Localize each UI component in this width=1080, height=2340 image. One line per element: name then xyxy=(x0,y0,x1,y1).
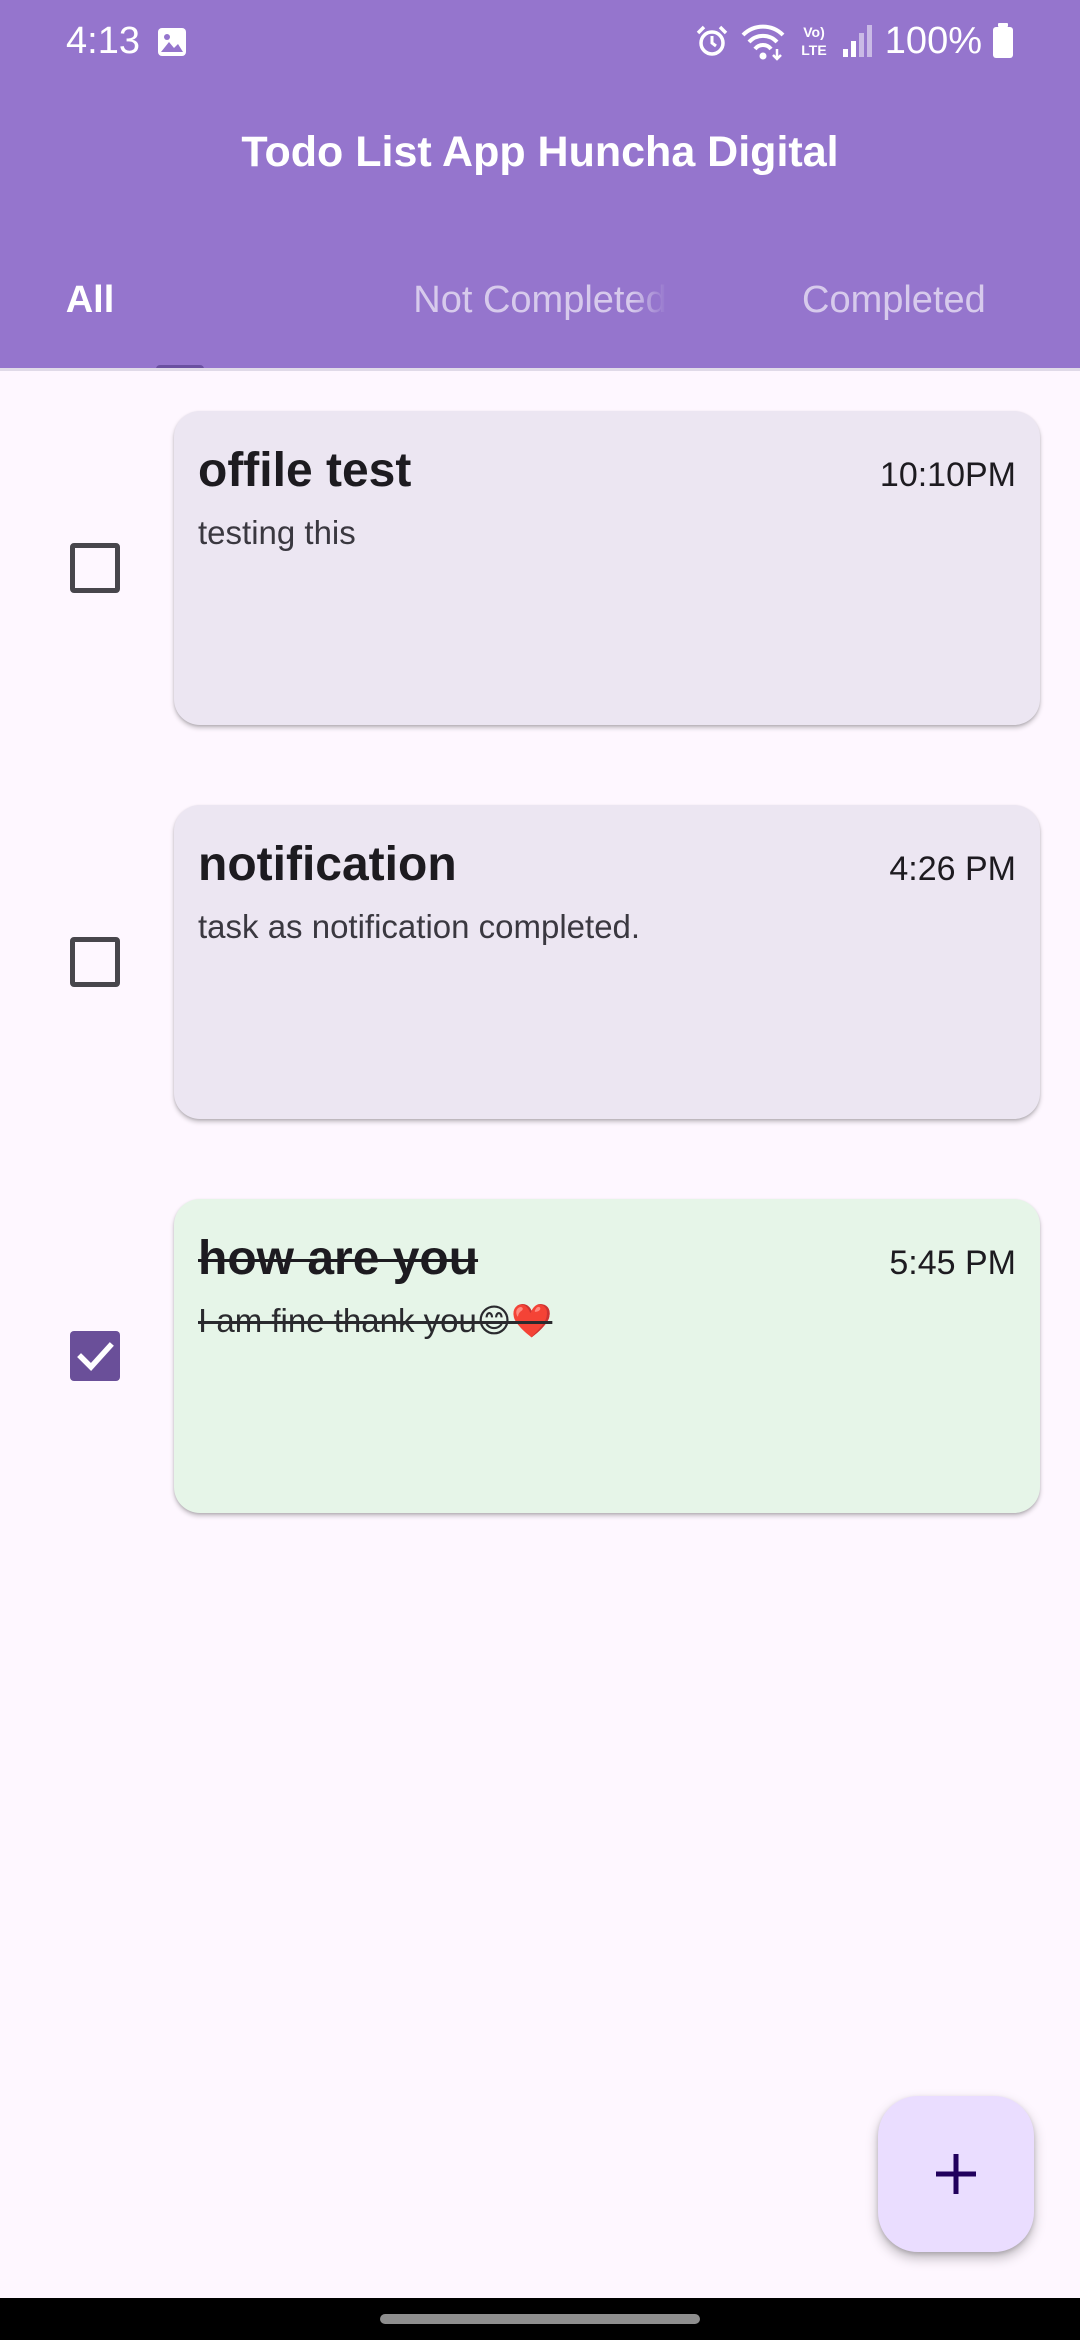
task-description: task as notification completed. xyxy=(198,908,641,945)
battery-percent: 100% xyxy=(884,20,982,62)
task-card[interactable]: how are you 5:45 PM I am fine thank you😊… xyxy=(174,1199,1040,1513)
list-item: offile test 10:10PM testing this xyxy=(0,411,1080,727)
list-item: how are you 5:45 PM I am fine thank you😊… xyxy=(0,1199,1080,1515)
gesture-handle[interactable] xyxy=(380,2314,700,2324)
task-title: notification xyxy=(198,838,457,891)
battery-icon xyxy=(993,23,1013,58)
svg-text:LTE: LTE xyxy=(801,42,826,58)
task-checkbox[interactable] xyxy=(70,937,120,987)
tab-bar: All Not Completed Completed xyxy=(0,260,1080,368)
add-task-button[interactable] xyxy=(878,2096,1034,2252)
task-time: 4:26 PM xyxy=(889,850,1016,888)
signal-icon xyxy=(842,25,872,57)
task-card[interactable]: offile test 10:10PM testing this xyxy=(174,411,1040,725)
task-checkbox[interactable] xyxy=(70,543,120,593)
plus-icon xyxy=(936,2154,976,2194)
task-description: I am fine thank you😊❤️ xyxy=(198,1302,553,1339)
check-icon xyxy=(77,1342,114,1371)
gallery-icon xyxy=(158,28,186,56)
wifi-icon xyxy=(741,24,785,61)
tab-completed[interactable]: Completed xyxy=(720,260,1080,340)
task-checkbox[interactable] xyxy=(70,1331,120,1381)
task-title: offile test xyxy=(198,444,412,497)
task-description: testing this xyxy=(198,514,356,551)
status-icons: Vo) LTE 100% xyxy=(695,16,1014,66)
tab-completed-label: Completed xyxy=(802,278,986,321)
volte-icon: Vo) LTE xyxy=(801,24,826,58)
status-bar: 4:13 Vo) LTE 100% xyxy=(0,0,1080,84)
tab-all-label: All xyxy=(65,278,115,321)
tab-all[interactable]: All xyxy=(0,260,360,340)
page-title: Todo List App Huncha Digital xyxy=(241,128,839,176)
alarm-icon xyxy=(696,25,728,56)
divider xyxy=(0,368,1080,371)
task-card[interactable]: notification 4:26 PM task as notificatio… xyxy=(174,805,1040,1119)
tab-not-completed[interactable]: Not Completed xyxy=(360,260,720,340)
task-time: 10:10PM xyxy=(879,456,1016,494)
app-bar: 4:13 Vo) LTE 100% Todo List App Huncha D… xyxy=(0,0,1080,368)
tab-not-completed-label: Not Completed xyxy=(413,278,667,321)
list-item: notification 4:26 PM task as notificatio… xyxy=(0,805,1080,1121)
task-time: 5:45 PM xyxy=(889,1244,1016,1282)
status-time: 4:13 xyxy=(66,20,140,62)
svg-text:Vo): Vo) xyxy=(803,24,825,40)
system-nav-bar xyxy=(0,2298,1080,2340)
task-title: how are you xyxy=(198,1232,479,1285)
